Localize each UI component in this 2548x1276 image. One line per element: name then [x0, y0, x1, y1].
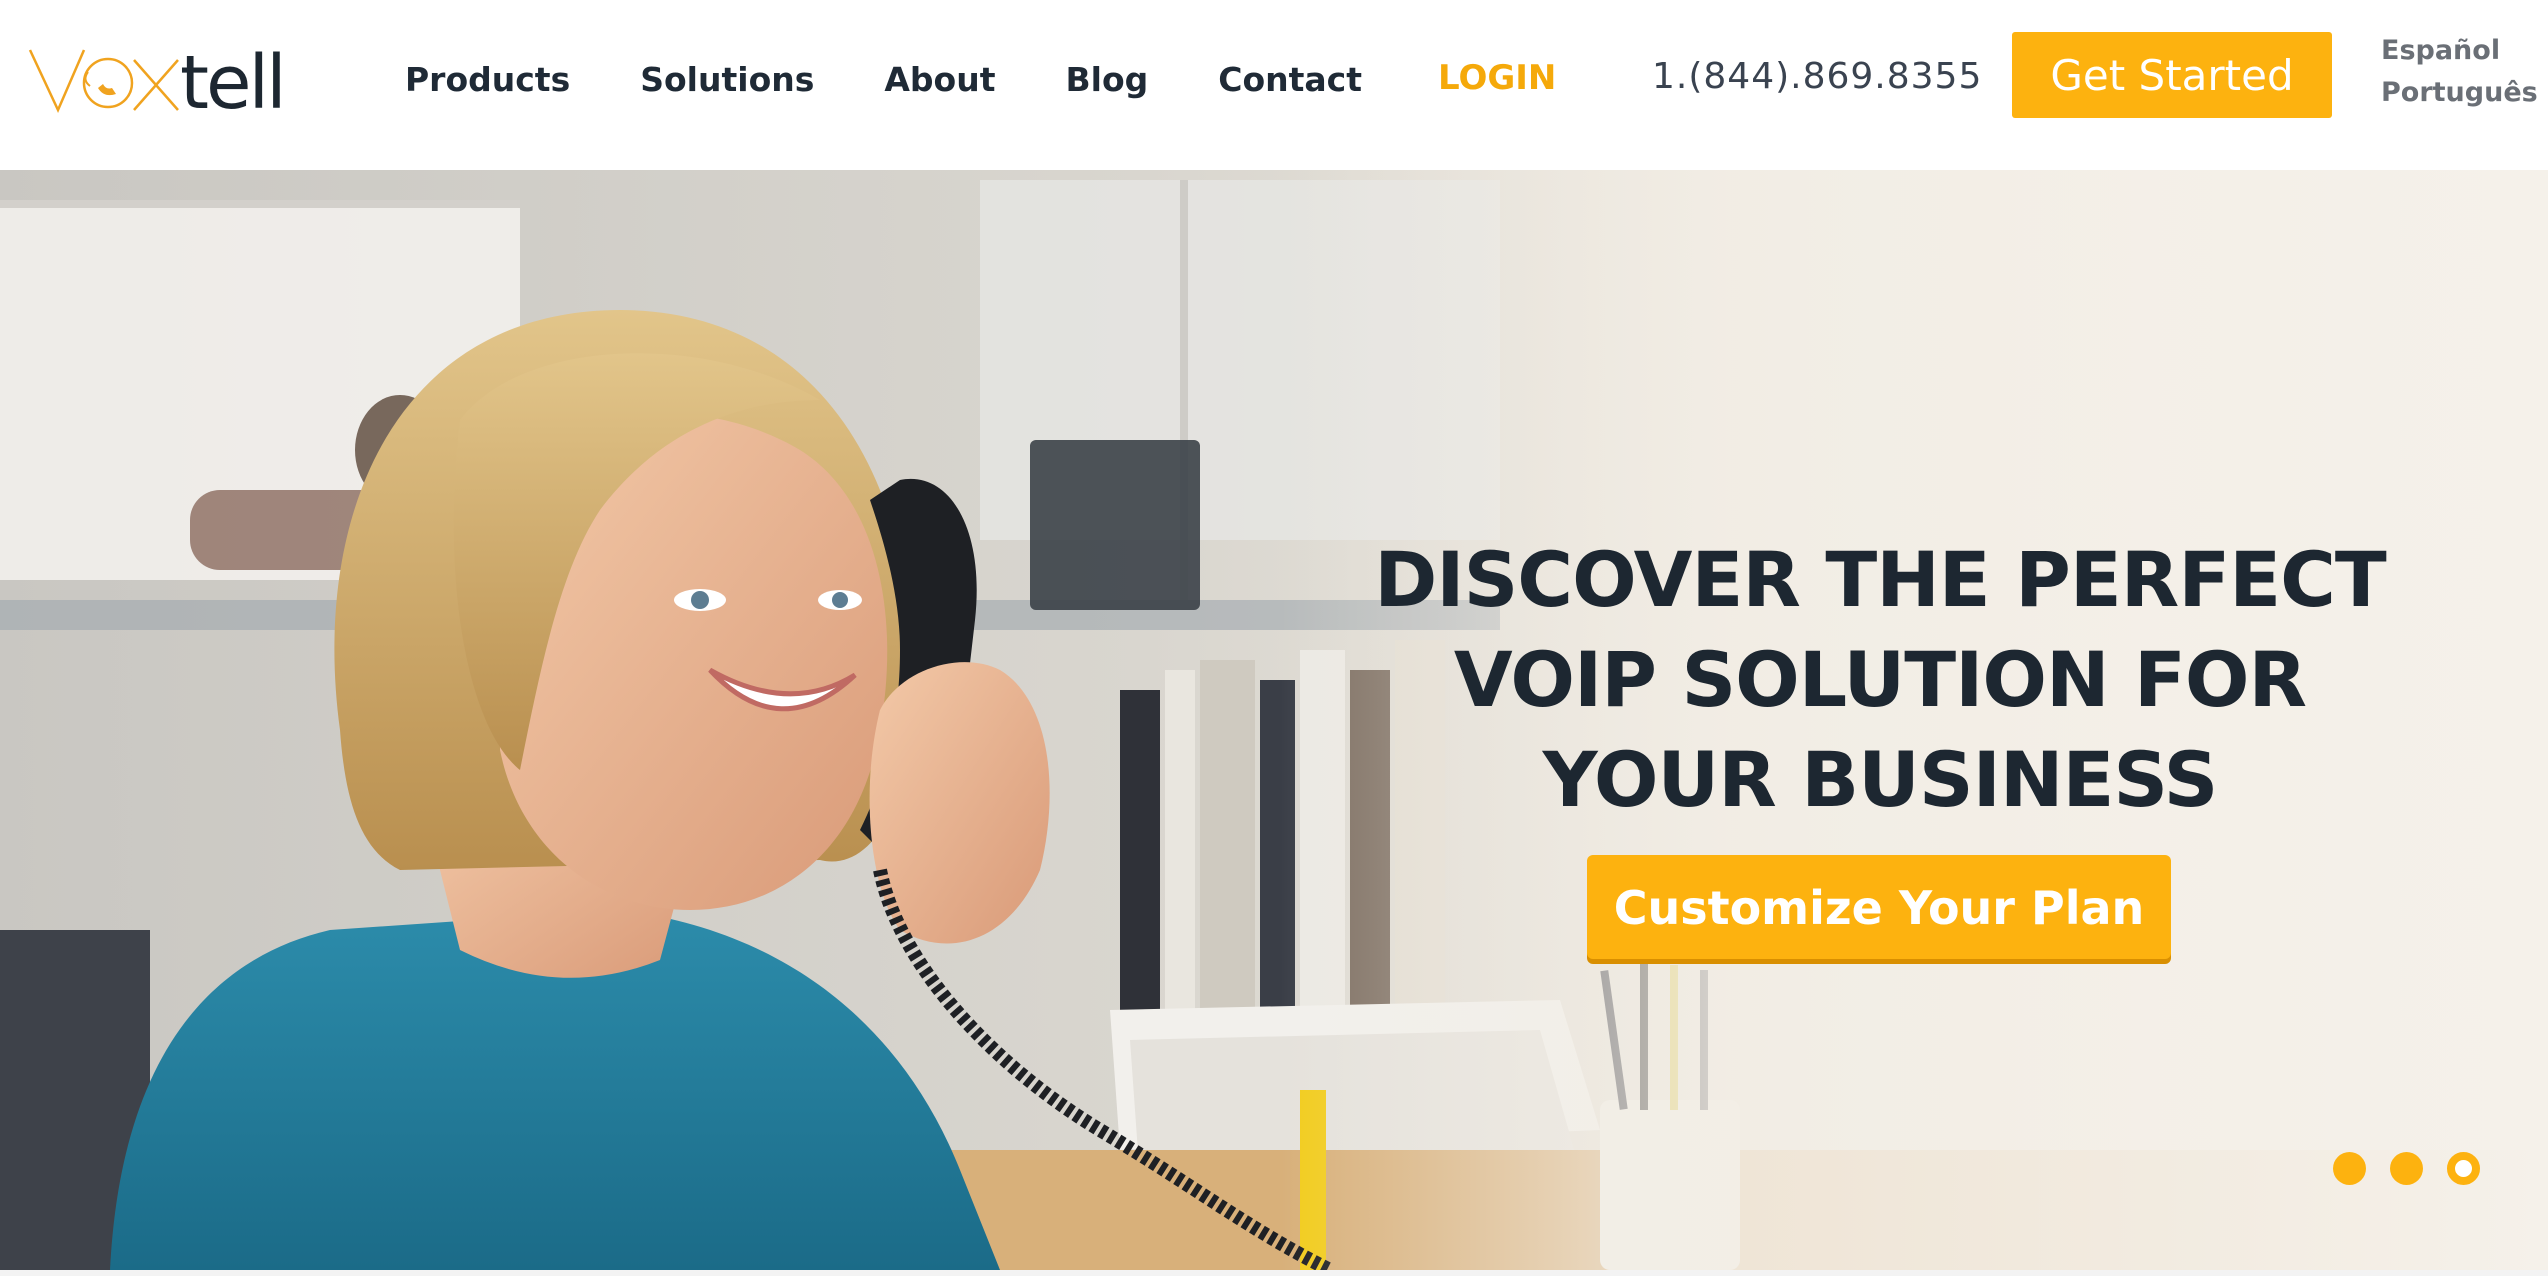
nav-about[interactable]: About	[884, 58, 995, 102]
hero-headline-line-1: DISCOVER THE PERFECT	[1374, 535, 2387, 624]
svg-text:tell: tell	[180, 40, 284, 118]
login-link[interactable]: LOGIN	[1438, 55, 1556, 101]
voxtell-logo-mark: tell	[28, 40, 287, 118]
voxtell-logo[interactable]: voxtell tell	[28, 28, 328, 118]
hero-headline-line-3: YOUR BUSINESS	[1542, 735, 2219, 824]
nav-solutions[interactable]: Solutions	[640, 58, 814, 102]
nav-contact[interactable]: Contact	[1218, 58, 1362, 102]
slider-pagination	[2333, 1152, 2480, 1185]
language-portuguese-link[interactable]: Português	[2381, 72, 2538, 114]
nav-blog[interactable]: Blog	[1065, 58, 1148, 102]
hero-headline: DISCOVER THE PERFECT VOIP SOLUTION FOR Y…	[1320, 530, 2440, 830]
main-nav: Products Solutions About Blog Contact	[405, 58, 1362, 102]
nav-products[interactable]: Products	[405, 58, 570, 102]
customize-plan-button[interactable]: Customize Your Plan	[1587, 855, 2171, 959]
hero-headline-line-2: VOIP SOLUTION FOR	[1453, 635, 2307, 724]
phone-number-link[interactable]: 1.(844).869.8355	[1652, 54, 1982, 100]
hero-slider: DISCOVER THE PERFECT VOIP SOLUTION FOR Y…	[0, 170, 2548, 1270]
slider-dot-1[interactable]	[2333, 1152, 2366, 1185]
slider-dot-2[interactable]	[2390, 1152, 2423, 1185]
language-spanish-link[interactable]: Español	[2381, 30, 2500, 72]
section-divider	[0, 1270, 2548, 1276]
slider-dot-3-active[interactable]	[2447, 1152, 2480, 1185]
site-header: voxtell tell Products Solutions About Bl…	[0, 0, 2548, 170]
get-started-button[interactable]: Get Started	[2012, 32, 2332, 118]
